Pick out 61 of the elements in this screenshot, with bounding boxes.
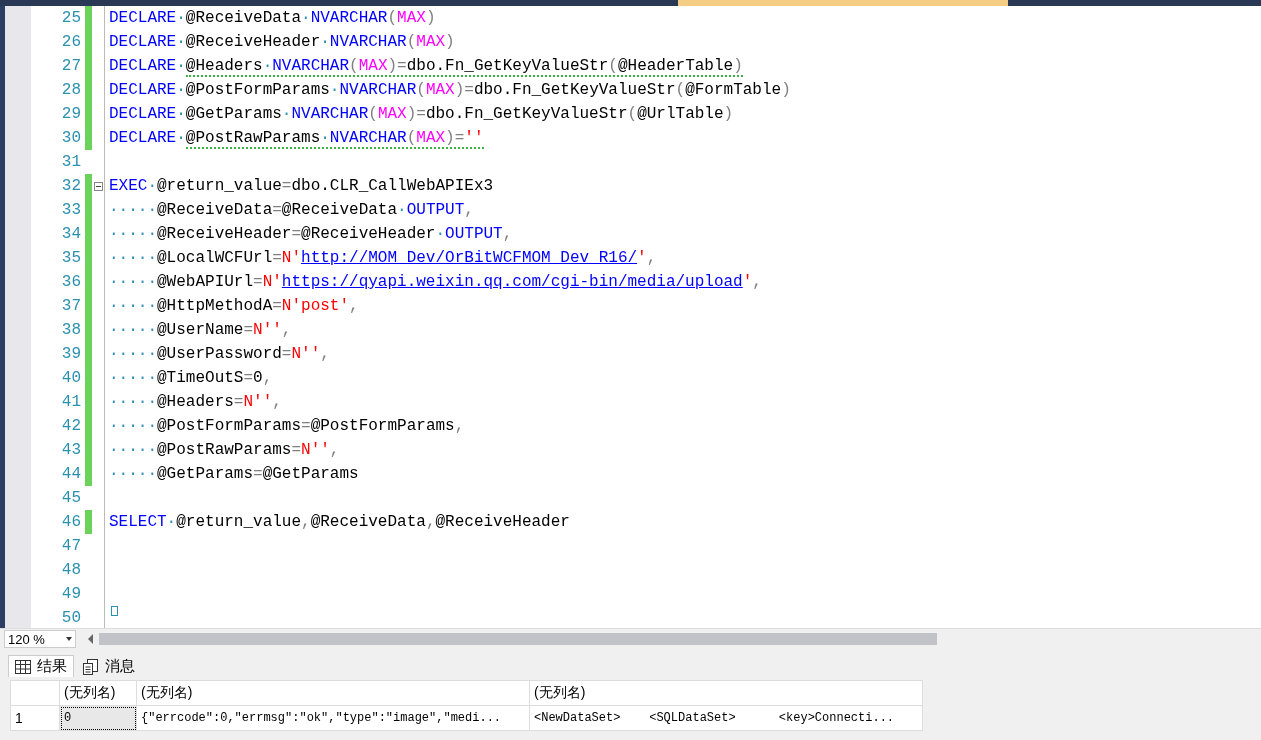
collapse-icon[interactable]: [93, 181, 103, 191]
code-line: DECLARE·@ReceiveData·NVARCHAR(MAX): [109, 8, 436, 29]
code-line: EXEC·@return_value=dbo.CLR_CallWebAPIEx3: [109, 176, 494, 197]
end-marker-icon: [111, 606, 118, 616]
code-line: ·····@UserPassword=N'',: [109, 344, 330, 365]
line-number: 44: [60, 464, 81, 485]
code-line: ·····@ReceiveData=@ReceiveData·OUTPUT,: [109, 200, 474, 221]
table-cell[interactable]: <NewDataSet> <SQLDataSet> <key>Connecti...: [529, 705, 923, 731]
line-number: 35: [60, 248, 81, 269]
line-number: 43: [60, 440, 81, 461]
line-number: 49: [60, 584, 81, 605]
code-line: ·····@TimeOutS=0,: [109, 368, 273, 389]
zoom-dropdown[interactable]: 120 %: [4, 630, 76, 648]
line-number: 32: [60, 176, 81, 197]
code-line: DECLARE·@PostRawParams·NVARCHAR(MAX)='': [109, 128, 484, 150]
line-number: 42: [60, 416, 81, 437]
code-line: ·····@UserName=N'',: [109, 320, 292, 341]
code-line: DECLARE·@GetParams·NVARCHAR(MAX)=dbo.Fn_GetKeyValueStr(@UrlTable): [109, 104, 734, 125]
line-number: 26: [60, 32, 81, 53]
line-number: 45: [60, 488, 81, 509]
code-line: ·····@WebAPIUrl=N'https://qyapi.weixin.qq.com/cgi-bin/media/upload',: [109, 272, 762, 293]
line-number: 37: [60, 296, 81, 317]
column-header[interactable]: (无列名): [136, 680, 530, 706]
code-line: DECLARE·@PostFormParams·NVARCHAR(MAX)=dbo.Fn_GetKeyValueStr(@FormTable): [109, 80, 791, 101]
code-line: SELECT·@return_value,@ReceiveData,@ReceiveHeader: [109, 512, 570, 533]
line-number: 30: [60, 128, 81, 149]
code-line: DECLARE·@Headers·NVARCHAR(MAX)=dbo.Fn_GetKeyValueStr(@HeaderTable): [109, 56, 743, 78]
line-number: 25: [60, 8, 81, 29]
row-number: 1: [10, 705, 60, 731]
result-tab[interactable]: 消息: [76, 655, 142, 677]
line-number: 48: [60, 560, 81, 581]
code-line: ·····@PostRawParams=N'',: [109, 440, 340, 461]
grid-icon: [15, 659, 31, 674]
line-number: 41: [60, 392, 81, 413]
line-number: 29: [60, 104, 81, 125]
code-line: ·····@ReceiveHeader=@ReceiveHeader·OUTPUT,: [109, 224, 513, 245]
line-number: 36: [60, 272, 81, 293]
code-line: ·····@PostFormParams=@PostFormParams,: [109, 416, 465, 437]
line-number: 27: [60, 56, 81, 77]
line-number: 31: [60, 152, 81, 173]
line-number: 46: [60, 512, 81, 533]
line-number: 40: [60, 368, 81, 389]
scrollbar-thumb[interactable]: [99, 633, 937, 645]
code-line: ·····@HttpMethodA=N'post',: [109, 296, 359, 317]
message-icon: [83, 658, 99, 675]
line-number: 47: [60, 536, 81, 557]
scroll-left-icon[interactable]: [88, 634, 93, 644]
code-line: ·····@GetParams=@GetParams: [109, 464, 359, 485]
column-header[interactable]: (无列名): [529, 680, 923, 706]
line-number: 38: [60, 320, 81, 341]
column-header[interactable]: (无列名): [59, 680, 137, 706]
code-line: DECLARE·@ReceiveHeader·NVARCHAR(MAX): [109, 32, 455, 53]
line-number: 28: [60, 80, 81, 101]
code-line: ·····@LocalWCFUrl=N'http://MOM_Dev/OrBitWCFMOM_Dev_R16/',: [109, 248, 657, 269]
result-tab[interactable]: 结果: [8, 655, 74, 677]
line-number: 39: [60, 344, 81, 365]
line-number: 34: [60, 224, 81, 245]
code-line: ·····@Headers=N'',: [109, 392, 282, 413]
line-number: 50: [60, 608, 81, 628]
line-number: 33: [60, 200, 81, 221]
table-cell[interactable]: {"errcode":0,"errmsg":"ok","type":"image","medi...: [136, 705, 530, 731]
